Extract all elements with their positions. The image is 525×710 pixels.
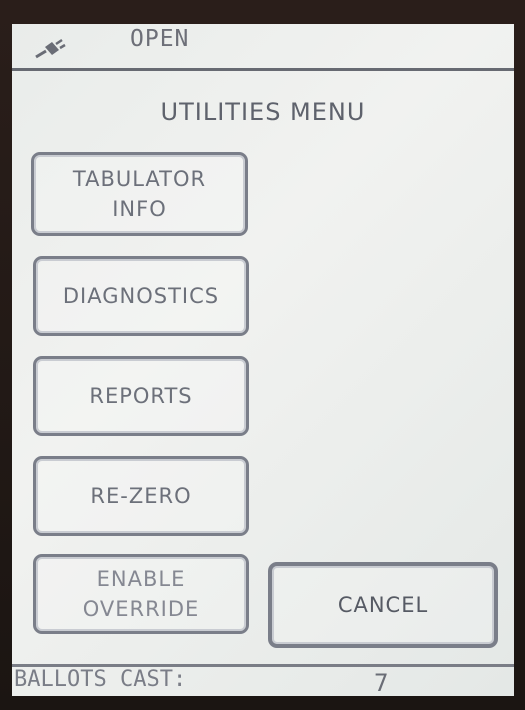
cancel-label: CANCEL (337, 592, 429, 617)
machine-status-text: OPEN (130, 26, 190, 52)
utilities-menu-screen: OPEN UTILITIES MENU TABULATOR INFO DIAGN… (12, 24, 514, 696)
page-title: UTILITIES MENU (160, 98, 366, 126)
cancel-button[interactable]: CANCEL (268, 562, 498, 648)
voting-machine-bezel: OPEN UTILITIES MENU TABULATOR INFO DIAGN… (0, 0, 525, 710)
diagnostics-button[interactable]: DIAGNOSTICS (33, 256, 249, 336)
enable-override-button[interactable]: ENABLE OVERRIDE (33, 554, 249, 634)
ballots-cast-value: 7 (374, 669, 389, 696)
tabulator-info-button[interactable]: TABULATOR INFO (31, 152, 248, 236)
re-zero-label: RE-ZERO (90, 483, 192, 508)
enable-override-label-line2: OVERRIDE (82, 597, 200, 621)
ballot-counter-bar: BALLOTS CAST: 7 (12, 664, 514, 696)
diagnostics-label: DIAGNOSTICS (62, 283, 220, 308)
ballots-cast-label: BALLOTS CAST: (14, 667, 187, 692)
re-zero-button[interactable]: RE-ZERO (33, 456, 249, 536)
reports-label: REPORTS (89, 383, 193, 408)
power-plug-icon (35, 38, 66, 59)
tabulator-info-label-line2: INFO (112, 197, 167, 221)
status-bar: OPEN (12, 24, 514, 71)
reports-button[interactable]: REPORTS (33, 356, 249, 436)
enable-override-label-line1: ENABLE (96, 566, 186, 591)
tabulator-info-label-line1: TABULATOR (72, 166, 207, 191)
